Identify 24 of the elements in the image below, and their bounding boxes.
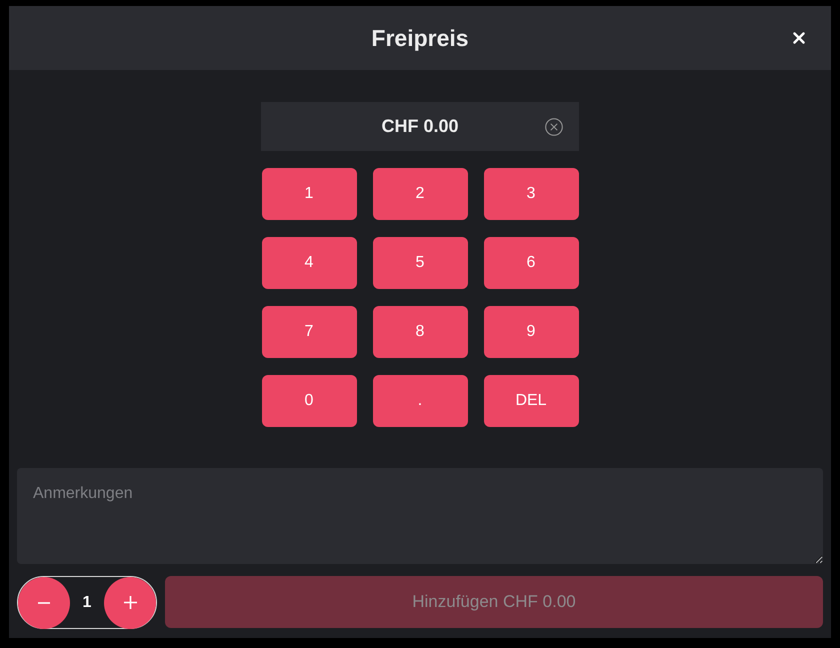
quantity-value: 1 [82,592,92,612]
keypad-key[interactable]: 6 [484,237,578,289]
notes-field[interactable]: Anmerkungen [17,468,823,564]
keypad-key[interactable]: 4 [262,237,356,289]
clear-button[interactable] [545,118,563,136]
keypad-key[interactable]: 0 [262,375,356,427]
keypad-key[interactable]: 5 [372,237,468,289]
keypad-key[interactable]: 2 [372,168,468,220]
amount-value: CHF 0.00 [381,115,459,138]
plus-icon [124,596,136,609]
decrease-button[interactable] [18,576,70,628]
keypad-key[interactable]: 8 [372,306,468,358]
keypad-key[interactable]: . [372,375,468,427]
keypad-key[interactable]: 9 [484,306,578,358]
close-icon [793,32,805,44]
close-button[interactable] [791,30,807,46]
keypad-key[interactable]: DEL [484,375,578,427]
dialog-title: Freipreis [371,24,469,53]
clear-icon [545,118,563,136]
keypad-key[interactable]: 3 [484,168,578,220]
keypad-key[interactable]: 1 [262,168,356,220]
minus-icon [38,602,50,604]
keypad-key[interactable]: 7 [262,306,356,358]
increase-button[interactable] [104,576,156,628]
